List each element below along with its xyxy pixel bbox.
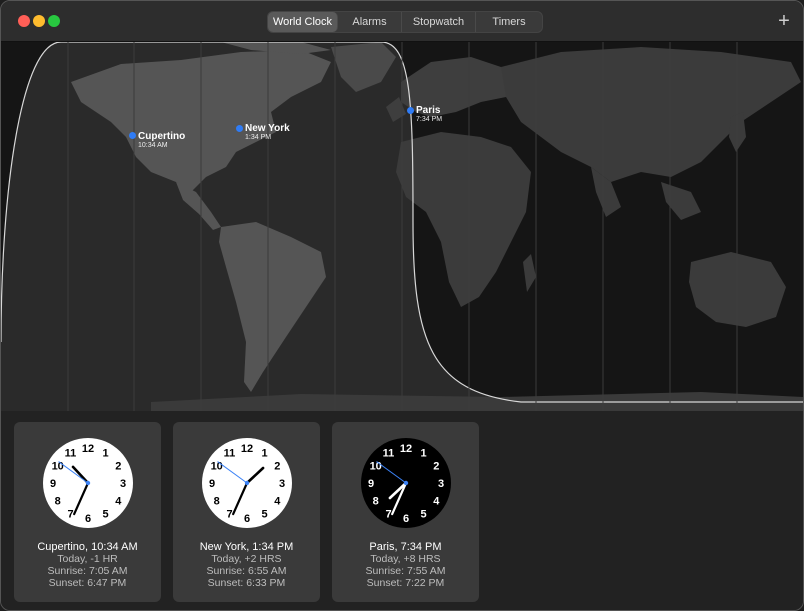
- clock-numeral: 4: [274, 496, 281, 508]
- clock-card-offset: Today, +2 HRS: [211, 553, 282, 565]
- clock-card-sunrise: Sunrise: 6:55 AM: [206, 565, 287, 577]
- clock-numeral: 3: [279, 478, 285, 490]
- clock-numeral: 12: [400, 443, 412, 455]
- clock-card-sunrise: Sunrise: 7:55 AM: [365, 565, 446, 577]
- minimize-window-button[interactable]: [33, 15, 45, 27]
- clock-numeral: 8: [214, 496, 220, 508]
- analog-clock-icon: 12 12 3 45678 9 1011: [361, 438, 451, 528]
- clock-numeral: 10: [52, 461, 64, 473]
- clock-numeral: 3: [438, 478, 444, 490]
- world-map: Cupertino 10:34 AM New York 1:34 PM Pari…: [1, 42, 803, 411]
- tab-stopwatch[interactable]: Stopwatch: [402, 12, 476, 32]
- clock-numeral: 11: [383, 448, 395, 460]
- clock-numeral: 7: [385, 508, 391, 520]
- add-city-button[interactable]: +: [775, 10, 793, 32]
- clock-center: [403, 480, 409, 486]
- paris-map-time: 7:34 PM: [416, 116, 443, 123]
- clock-numeral: 1: [420, 448, 426, 460]
- clock-numeral: 9: [50, 478, 56, 490]
- clock-card-paris[interactable]: 12 1 2 3 4 5 6 7 8 9 10 11 Paris, 7:34 PM Today, +8…: [332, 422, 479, 602]
- clock-card-sunset: Sunset: 6:33 PM: [207, 577, 286, 589]
- clock-numeral: 11: [224, 448, 236, 460]
- analog-clock-icon: 12 12 3 45678 9 1011: [43, 438, 133, 528]
- new-york-map-label[interactable]: New York: [245, 123, 290, 134]
- world-map-graphic: [1, 42, 803, 411]
- world-clock-window: World Clock Alarms Stopwatch Timers + Cu…: [0, 0, 804, 611]
- zoom-window-button[interactable]: [48, 15, 60, 27]
- clock-center: [244, 480, 250, 486]
- clock-card-sunrise: Sunrise: 7:05 AM: [47, 565, 128, 577]
- clock-card-title: Paris, 7:34 PM: [369, 541, 442, 553]
- tab-world-clock[interactable]: World Clock: [268, 12, 338, 32]
- new-york-pin-icon[interactable]: [236, 125, 243, 132]
- clock-numeral: 6: [403, 513, 409, 525]
- clock-numeral: 2: [274, 461, 280, 473]
- view-tabs: World Clock Alarms Stopwatch Timers: [267, 11, 543, 33]
- clock-numeral: 1: [102, 448, 108, 460]
- cupertino-pin-icon[interactable]: [129, 132, 136, 139]
- close-window-button[interactable]: [18, 15, 30, 27]
- clock-center: [85, 480, 91, 486]
- clock-numeral: 2: [433, 461, 439, 473]
- clock-numeral: 9: [209, 478, 215, 490]
- clock-card-sunset: Sunset: 6:47 PM: [48, 577, 127, 589]
- clock-card-cupertino[interactable]: 12 1 2 3 4 5 6 7 8 9 10 11 Cupertino, 10:34 AM Toda…: [14, 422, 161, 602]
- clock-numeral: 11: [65, 448, 77, 460]
- cupertino-map-label[interactable]: Cupertino: [138, 131, 185, 142]
- cupertino-map-time: 10:34 AM: [138, 142, 168, 149]
- clock-numeral: 7: [226, 508, 232, 520]
- clock-card-offset: Today, +8 HRS: [370, 553, 441, 565]
- clock-card-title: Cupertino, 10:34 AM: [37, 541, 138, 553]
- clock-numeral: 7: [67, 508, 73, 520]
- paris-map-label[interactable]: Paris: [416, 105, 440, 116]
- clock-numeral: 8: [373, 496, 379, 508]
- title-bar: World Clock Alarms Stopwatch Timers +: [1, 1, 803, 42]
- clock-numeral: 2: [115, 461, 121, 473]
- clock-numeral: 1: [261, 448, 267, 460]
- clock-numeral: 4: [115, 496, 122, 508]
- clock-numeral: 4: [433, 496, 440, 508]
- clock-numeral: 12: [241, 443, 253, 455]
- clock-numeral: 12: [82, 443, 94, 455]
- clock-numeral: 3: [120, 478, 126, 490]
- clock-card-title: New York, 1:34 PM: [199, 541, 294, 553]
- new-york-map-time: 1:34 PM: [245, 134, 272, 141]
- paris-pin-icon[interactable]: [407, 107, 414, 114]
- analog-clock-icon: 12 12 3 45678 9 1011: [202, 438, 292, 528]
- clock-card-offset: Today, -1 HR: [57, 553, 118, 565]
- clock-numeral: 5: [420, 508, 426, 520]
- clock-numeral: 10: [211, 461, 223, 473]
- clock-numeral: 5: [261, 508, 267, 520]
- tab-alarms[interactable]: Alarms: [338, 12, 402, 32]
- clock-numeral: 6: [85, 513, 91, 525]
- clock-numeral: 8: [55, 496, 61, 508]
- clock-numeral: 9: [368, 478, 374, 490]
- clock-cards-area: 12 1 2 3 4 5 6 7 8 9 10 11 Cupertino, 10:34 AM Toda…: [1, 411, 803, 610]
- clock-numeral: 10: [370, 461, 382, 473]
- clock-card-sunset: Sunset: 7:22 PM: [366, 577, 445, 589]
- tab-timers[interactable]: Timers: [476, 12, 542, 32]
- clock-card-new-york[interactable]: 12 1 2 3 4 5 6 7 8 9 10 11 New York, 1:34 PM Today,…: [173, 422, 320, 602]
- clock-numeral: 5: [102, 508, 108, 520]
- clock-numeral: 6: [244, 513, 250, 525]
